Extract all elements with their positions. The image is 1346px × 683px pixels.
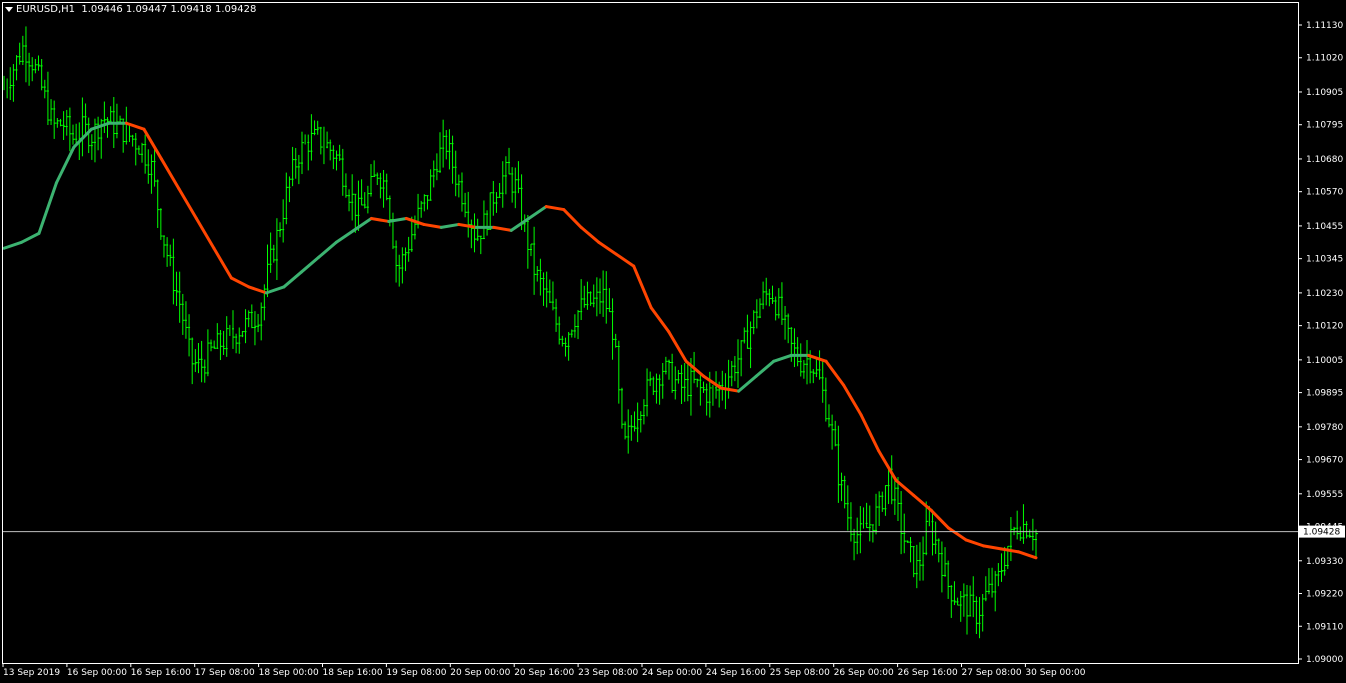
y-tick-label: 1.09000 bbox=[1306, 655, 1343, 665]
x-tick-label: 23 Sep 08:00 bbox=[578, 668, 638, 678]
y-tick-label: 1.10455 bbox=[1306, 222, 1343, 232]
y-tick-label: 1.10905 bbox=[1306, 88, 1343, 98]
x-tick-label: 26 Sep 00:00 bbox=[834, 668, 894, 678]
y-tick-label: 1.09780 bbox=[1306, 423, 1343, 433]
y-tick-label: 1.10005 bbox=[1306, 356, 1343, 366]
y-tick-label: 1.10570 bbox=[1306, 188, 1343, 198]
x-tick-label: 30 Sep 00:00 bbox=[1025, 668, 1085, 678]
x-tick-label: 19 Sep 08:00 bbox=[386, 668, 446, 678]
x-tick-label: 26 Sep 16:00 bbox=[898, 668, 958, 678]
y-tick-label: 1.11020 bbox=[1306, 54, 1343, 64]
y-tick-label: 1.09220 bbox=[1306, 590, 1343, 600]
x-tick-label: 20 Sep 00:00 bbox=[450, 668, 510, 678]
x-tick-label: 16 Sep 16:00 bbox=[131, 668, 191, 678]
header-dropdown-icon[interactable] bbox=[5, 6, 13, 12]
x-tick-label: 27 Sep 08:00 bbox=[962, 668, 1022, 678]
y-tick-label: 1.10120 bbox=[1306, 322, 1343, 332]
x-tick-label: 18 Sep 16:00 bbox=[323, 668, 383, 678]
y-tick-label: 1.11130 bbox=[1306, 21, 1343, 31]
chart-header: EURUSD,H1 1.09446 1.09447 1.09418 1.0942… bbox=[5, 4, 256, 15]
x-tick-label: 24 Sep 16:00 bbox=[706, 668, 766, 678]
x-tick-label: 13 Sep 2019 bbox=[3, 668, 60, 678]
y-tick-label: 1.10230 bbox=[1306, 289, 1343, 299]
y-tick-label: 1.09895 bbox=[1306, 389, 1343, 399]
y-tick-label: 1.10795 bbox=[1306, 121, 1343, 131]
x-tick-label: 20 Sep 16:00 bbox=[514, 668, 574, 678]
x-tick-label: 17 Sep 08:00 bbox=[195, 668, 255, 678]
y-tick-label: 1.09110 bbox=[1306, 622, 1343, 632]
y-tick-label: 1.09670 bbox=[1306, 456, 1343, 466]
x-tick-label: 25 Sep 08:00 bbox=[770, 668, 830, 678]
price-chart[interactable]: 1.11130 1.11020 1.10905 1.10795 1.10680 1.105… bbox=[0, 0, 1346, 683]
x-tick-label: 18 Sep 00:00 bbox=[259, 668, 319, 678]
current-price-label: 1.09428 bbox=[1303, 528, 1340, 538]
x-tick-label: 16 Sep 00:00 bbox=[67, 668, 127, 678]
y-tick-label: 1.09555 bbox=[1306, 490, 1343, 500]
ohlc-values: 1.09446 1.09447 1.09418 1.09428 bbox=[81, 4, 257, 15]
symbol-label: EURUSD,H1 bbox=[16, 4, 76, 15]
x-tick-label: 24 Sep 00:00 bbox=[642, 668, 702, 678]
y-tick-label: 1.09330 bbox=[1306, 557, 1343, 567]
y-tick-label: 1.10680 bbox=[1306, 155, 1343, 165]
y-tick-label: 1.10345 bbox=[1306, 255, 1343, 265]
